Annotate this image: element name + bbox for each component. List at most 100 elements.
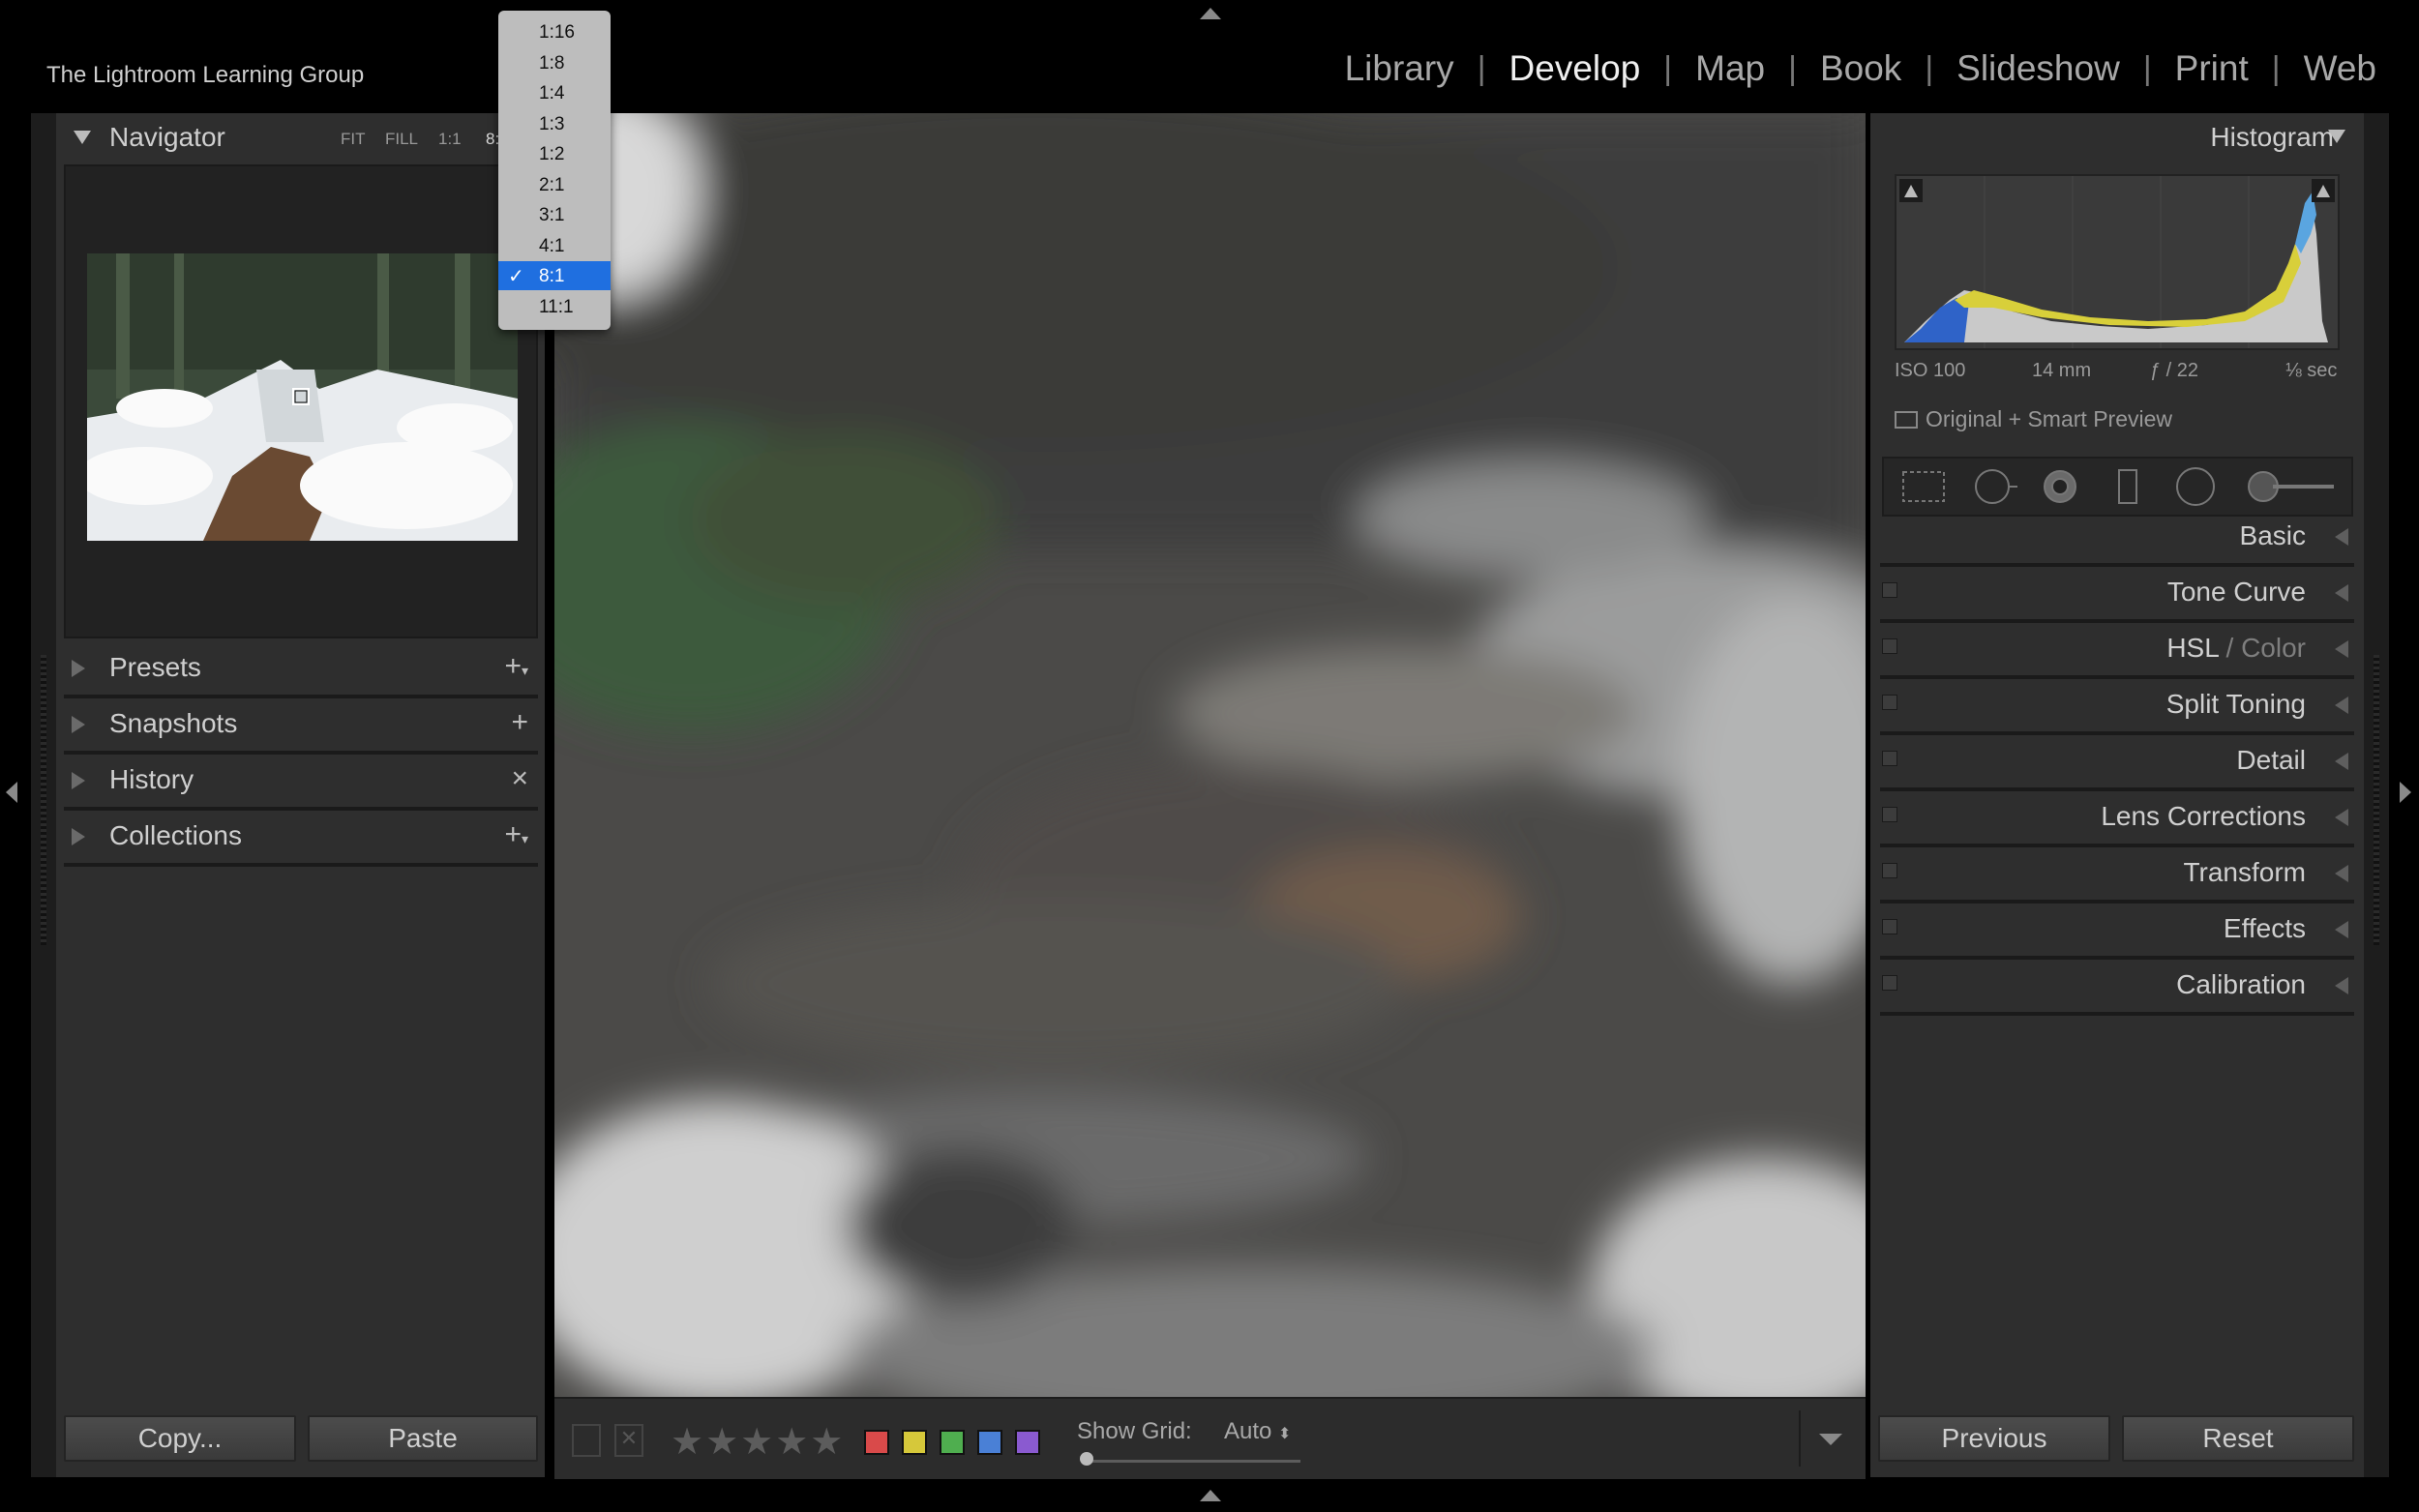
module-picker: Library | Develop | Map | Book | Slideshow | Print…	[1322, 48, 2400, 89]
zoom-menu-item[interactable]: 1:8	[498, 48, 611, 77]
zoom-one-to-one[interactable]: 1:1	[438, 130, 462, 149]
collapse-triangle-icon[interactable]	[74, 131, 91, 144]
collections-title: Collections	[109, 820, 242, 850]
module-web[interactable]: Web	[2281, 48, 2400, 89]
color-label-red[interactable]	[864, 1430, 889, 1455]
flag-icon[interactable]	[572, 1424, 601, 1457]
panel-toggle-switch[interactable]	[1882, 751, 1897, 766]
add-collection-icon[interactable]: +▾	[504, 818, 528, 851]
bottom-panel-toggle-icon[interactable]	[1200, 1490, 1221, 1501]
presets-section[interactable]: Presets +▾	[64, 644, 538, 698]
paste-button[interactable]: Paste	[308, 1415, 538, 1462]
lens-corrections-section[interactable]: Lens Corrections	[1880, 793, 2354, 847]
navigator-thumbnail[interactable]	[87, 253, 518, 541]
panel-toggle-switch[interactable]	[1882, 807, 1897, 822]
collections-section[interactable]: Collections +▾	[64, 813, 538, 867]
histogram-collapse-icon[interactable]	[2328, 130, 2345, 143]
zoom-menu-item[interactable]: ✓ 8:1	[498, 261, 611, 290]
expand-arrow-icon[interactable]	[2335, 528, 2348, 546]
slider-thumb[interactable]	[1080, 1452, 1093, 1466]
toolbar-content-menu-icon[interactable]	[1819, 1434, 1842, 1445]
zoom-menu-item[interactable]: 1:2	[498, 139, 611, 168]
basic-section[interactable]: Basic	[1880, 513, 2354, 567]
graduated-filter-icon[interactable]	[2118, 469, 2137, 504]
zoom-menu-item-label: 11:1	[539, 296, 574, 317]
module-print[interactable]: Print	[2152, 48, 2272, 89]
tone-curve-section[interactable]: Tone Curve	[1880, 569, 2354, 623]
basic-title: Basic	[2239, 520, 2306, 550]
zoom-menu-item[interactable]: 11:1	[498, 292, 611, 321]
show-grid-label: Show Grid:	[1077, 1418, 1192, 1444]
expand-triangle-icon[interactable]	[72, 660, 85, 677]
snapshots-section[interactable]: Snapshots +	[64, 700, 538, 755]
star-rating[interactable]: ★★★★★	[671, 1420, 845, 1464]
color-label-blue[interactable]	[977, 1430, 1002, 1455]
expand-arrow-icon[interactable]	[2335, 865, 2348, 882]
left-panel-toggle-icon[interactable]	[6, 782, 17, 803]
expand-arrow-icon[interactable]	[2335, 921, 2348, 938]
zoom-fit[interactable]: FIT	[341, 130, 366, 149]
transform-section[interactable]: Transform	[1880, 849, 2354, 904]
detail-section[interactable]: Detail	[1880, 737, 2354, 791]
expand-triangle-icon[interactable]	[72, 772, 85, 789]
smart-preview-icon[interactable]	[1895, 411, 1918, 429]
right-panel-edge[interactable]	[2364, 113, 2389, 1477]
color-label-yellow[interactable]	[902, 1430, 927, 1455]
split-toning-section[interactable]: Split Toning	[1880, 681, 2354, 735]
zoom-menu-item[interactable]: 1:16	[498, 17, 611, 46]
add-snapshot-icon[interactable]: +	[511, 706, 528, 739]
panel-toggle-switch[interactable]	[1882, 919, 1897, 934]
reject-flag-icon[interactable]: ✕	[614, 1424, 643, 1457]
zoom-fill[interactable]: FILL	[385, 130, 418, 149]
expand-arrow-icon[interactable]	[2335, 584, 2348, 602]
left-panel-edge[interactable]	[31, 113, 56, 1477]
color-label-purple[interactable]	[1015, 1430, 1040, 1455]
add-preset-icon[interactable]: +▾	[504, 650, 528, 683]
color-label-green[interactable]	[940, 1430, 965, 1455]
history-section[interactable]: History ×	[64, 756, 538, 811]
module-library[interactable]: Library	[1322, 48, 1478, 89]
main-photo-view[interactable]	[554, 113, 1866, 1397]
panel-toggle-switch[interactable]	[1882, 582, 1897, 598]
navigator-title: Navigator	[109, 122, 225, 152]
module-slideshow[interactable]: Slideshow	[1933, 48, 2143, 89]
expand-arrow-icon[interactable]	[2335, 697, 2348, 714]
panel-toggle-switch[interactable]	[1882, 695, 1897, 710]
copy-button[interactable]: Copy...	[64, 1415, 296, 1462]
module-separator: |	[1788, 49, 1797, 87]
effects-section[interactable]: Effects	[1880, 905, 2354, 960]
spot-removal-icon[interactable]	[1975, 469, 2010, 504]
panel-toggle-switch[interactable]	[1882, 638, 1897, 654]
calibration-section[interactable]: Calibration	[1880, 962, 2354, 1016]
zoom-menu-item[interactable]: 4:1	[498, 231, 611, 260]
zoom-menu-item-label: 1:8	[539, 52, 565, 74]
top-panel-toggle-icon[interactable]	[1200, 8, 1221, 19]
panel-toggle-switch[interactable]	[1882, 863, 1897, 878]
radial-filter-icon[interactable]	[2176, 467, 2215, 506]
clear-history-icon[interactable]: ×	[511, 762, 528, 795]
navigator-header[interactable]: Navigator	[64, 120, 538, 155]
reset-button[interactable]: Reset	[2122, 1415, 2354, 1462]
expand-triangle-icon[interactable]	[72, 716, 85, 733]
previous-button[interactable]: Previous	[1878, 1415, 2110, 1462]
panel-toggle-switch[interactable]	[1882, 975, 1897, 991]
hsl-section[interactable]: HSL / Color	[1880, 625, 2354, 679]
zoom-menu-item[interactable]: 1:4	[498, 78, 611, 107]
expand-arrow-icon[interactable]	[2335, 977, 2348, 994]
expand-arrow-icon[interactable]	[2335, 640, 2348, 658]
right-panel-toggle-icon[interactable]	[2400, 782, 2411, 803]
grid-opacity-slider[interactable]	[1083, 1460, 1300, 1463]
module-develop[interactable]: Develop	[1486, 48, 1664, 89]
crop-tool-icon[interactable]	[1902, 471, 1945, 502]
histogram-chart[interactable]	[1895, 174, 2340, 350]
expand-arrow-icon[interactable]	[2335, 753, 2348, 770]
expand-triangle-icon[interactable]	[72, 828, 85, 845]
zoom-menu-item[interactable]: 1:3	[498, 109, 611, 138]
zoom-menu-item-label: 1:2	[539, 144, 565, 164]
zoom-menu-item[interactable]: 3:1	[498, 200, 611, 229]
show-grid-select[interactable]: Auto ⬍	[1224, 1418, 1291, 1445]
zoom-menu-item[interactable]: 2:1	[498, 170, 611, 199]
module-book[interactable]: Book	[1797, 48, 1925, 89]
module-map[interactable]: Map	[1672, 48, 1788, 89]
expand-arrow-icon[interactable]	[2335, 809, 2348, 826]
